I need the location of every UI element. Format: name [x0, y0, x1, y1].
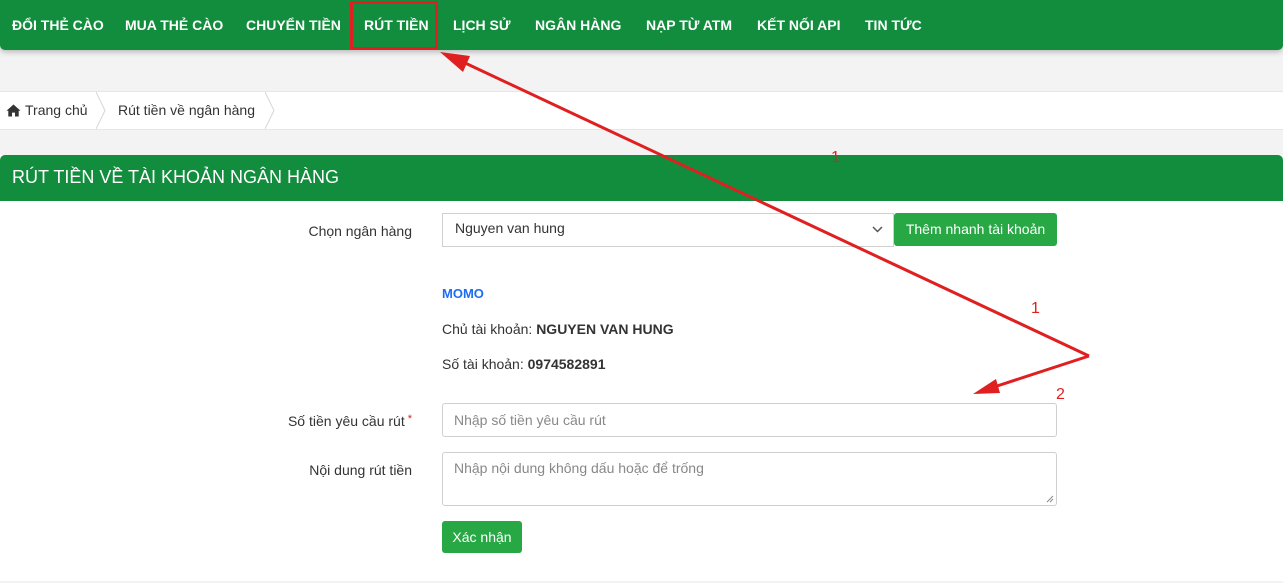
content-textarea[interactable] [442, 452, 1057, 506]
breadcrumb: Trang chủ Rút tiền về ngân hàng [0, 91, 1283, 130]
annotation-label-2: 2 [1056, 386, 1065, 403]
nav-item-ngan-hang[interactable]: NGÂN HÀNG [535, 0, 621, 50]
account-owner-value: NGUYEN VAN HUNG [536, 321, 674, 337]
nav-item-rut-tien[interactable]: RÚT TIỀN [364, 0, 429, 50]
quick-add-account-button[interactable]: Thêm nhanh tài khoản [894, 213, 1057, 246]
panel-title: RÚT TIỀN VỀ TÀI KHOẢN NGÂN HÀNG [12, 167, 340, 187]
account-number-value: 0974582891 [527, 356, 606, 372]
chevron-down-icon [872, 226, 883, 233]
amount-input[interactable] [442, 403, 1057, 437]
amount-label: Số tiền yêu cầu rút * [288, 413, 412, 429]
nav-item-doi-the-cao[interactable]: ĐỔI THẺ CÀO [12, 0, 104, 50]
main-nav: ĐỔI THẺ CÀO MUA THẺ CÀO CHUYỂN TIỀN RÚT … [0, 0, 1283, 50]
breadcrumb-home[interactable]: Trang chủ [6, 92, 88, 129]
submit-button[interactable]: Xác nhận [442, 521, 522, 553]
home-icon [6, 104, 21, 117]
required-marker: * [407, 413, 412, 425]
account-number-label: Số tài khoản: [442, 356, 524, 372]
bank-select[interactable]: Nguyen van hung [442, 213, 894, 247]
resize-handle-icon[interactable] [1045, 494, 1054, 503]
annotation-arrowhead-icon [440, 52, 470, 72]
panel-header: RÚT TIỀN VỀ TÀI KHOẢN NGÂN HÀNG [0, 155, 1283, 201]
nav-item-tin-tuc[interactable]: TIN TỨC [865, 0, 922, 50]
breadcrumb-home-label: Trang chủ [25, 102, 88, 118]
nav-item-chuyen-tien[interactable]: CHUYỂN TIỀN [246, 0, 341, 50]
annotation-label-1: 1 [1031, 300, 1040, 317]
breadcrumb-separator-icon [96, 92, 106, 129]
account-owner-label: Chủ tài khoản: [442, 321, 533, 337]
bank-name: MOMO [442, 286, 484, 301]
withdraw-panel: RÚT TIỀN VỀ TÀI KHOẢN NGÂN HÀNG Chọn ngâ… [0, 155, 1283, 581]
bank-select-value: Nguyen van hung [455, 220, 565, 236]
account-owner: Chủ tài khoản: NGUYEN VAN HUNG [442, 321, 674, 337]
bank-select-label: Chọn ngân hàng [308, 223, 412, 239]
account-number: Số tài khoản: 0974582891 [442, 356, 606, 372]
nav-item-nap-tu-atm[interactable]: NẠP TỪ ATM [646, 0, 732, 50]
nav-item-mua-the-cao[interactable]: MUA THẺ CÀO [125, 0, 223, 50]
amount-label-text: Số tiền yêu cầu rút [287, 413, 405, 429]
nav-item-ket-noi-api[interactable]: KẾT NỐI API [757, 0, 841, 50]
content-label: Nội dung rút tiền [309, 462, 412, 478]
annotation-label-1: 1 [831, 149, 840, 166]
breadcrumb-current: Rút tiền về ngân hàng [118, 102, 255, 118]
breadcrumb-separator-icon [265, 92, 275, 129]
nav-item-lich-su[interactable]: LỊCH SỬ [453, 0, 511, 50]
